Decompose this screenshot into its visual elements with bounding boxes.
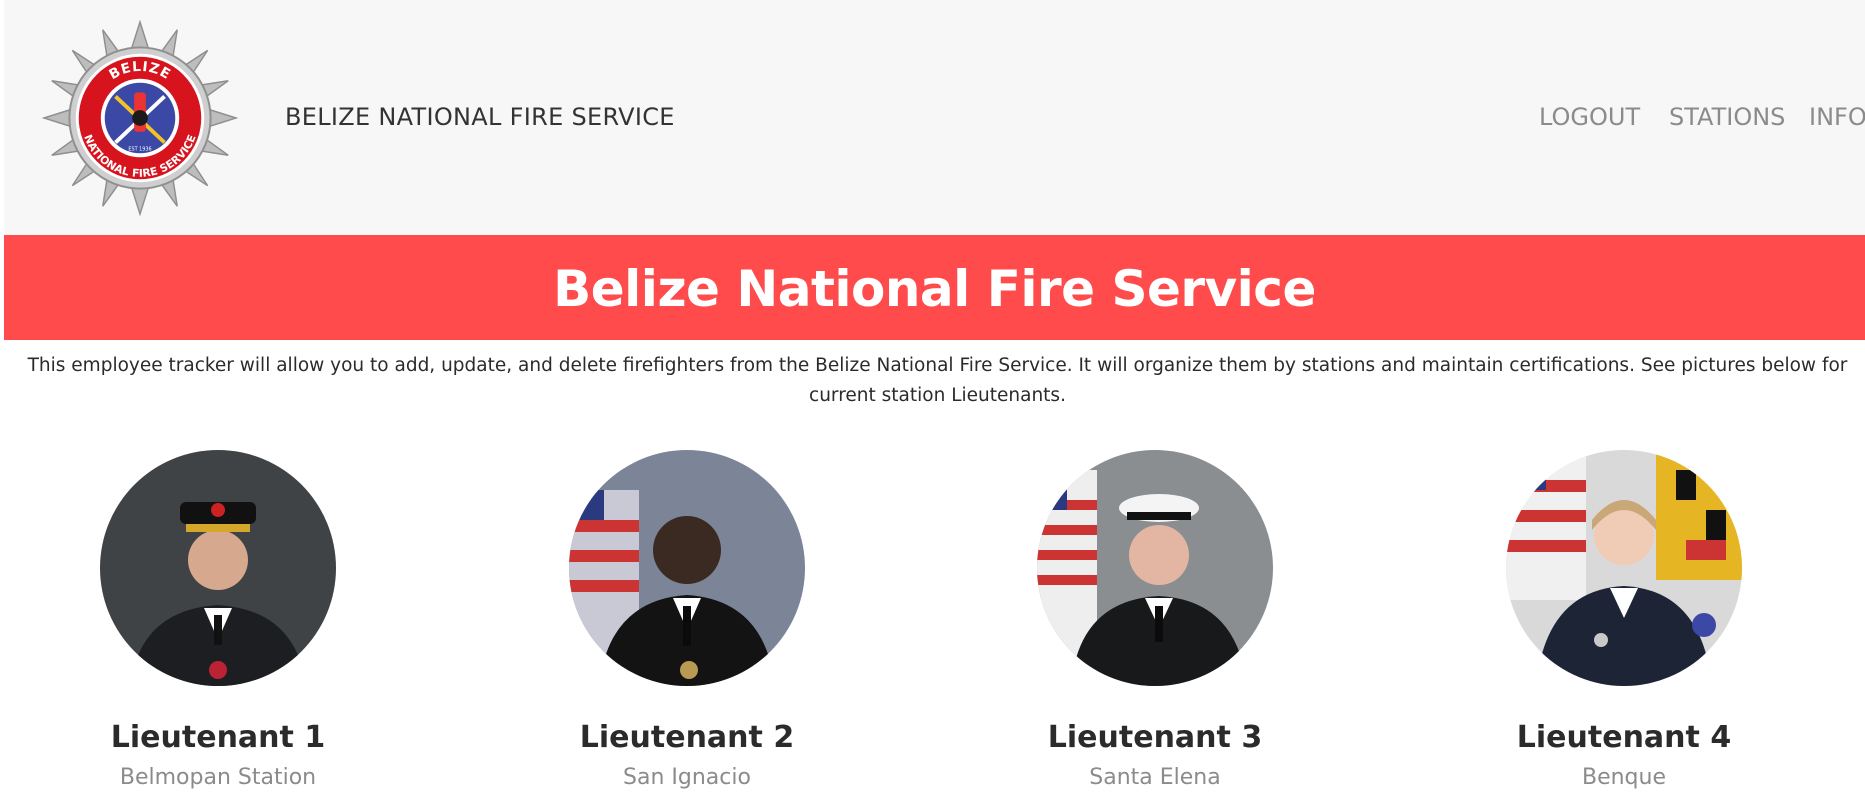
lieutenant-name: Lieutenant 1 (110, 720, 326, 755)
lieutenant-name: Lieutenant 2 (579, 720, 795, 755)
intro-text: This employee tracker will allow you to … (27, 355, 1848, 406)
navbar: BELIZE NATIONAL FIRE SERVICE EST 1936 BE… (4, 0, 1865, 235)
lieutenant-photo (100, 450, 336, 686)
fire-service-logo[interactable]: BELIZE NATIONAL FIRE SERVICE EST 1936 (42, 20, 238, 216)
lieutenant-card: Lieutenant 2 San Ignacio (567, 450, 807, 790)
page-title: Belize National Fire Service (553, 260, 1316, 318)
lieutenant-name: Lieutenant 4 (1516, 720, 1732, 755)
page: BELIZE NATIONAL FIRE SERVICE EST 1936 BE… (0, 0, 1865, 795)
brand-title[interactable]: BELIZE NATIONAL FIRE SERVICE (285, 103, 675, 131)
lieutenant-photo (1506, 450, 1742, 686)
lieutenant-photo (569, 450, 805, 686)
lieutenant-card: Lieutenant 1 Belmopan Station (98, 450, 338, 790)
lieutenant-name: Lieutenant 3 (1047, 720, 1263, 755)
lieutenant-station: Belmopan Station (119, 765, 317, 790)
lieutenant-station: San Ignacio (623, 765, 751, 790)
lieutenant-station: Santa Elena (1089, 765, 1221, 790)
nav-logout-link[interactable]: LOGOUT (1539, 103, 1640, 131)
lieutenant-card: Lieutenant 3 Santa Elena (1035, 450, 1275, 790)
nav-stations-link[interactable]: STATIONS (1669, 103, 1785, 131)
nav-info-link[interactable]: INFO (1809, 103, 1865, 131)
hero-banner: Belize National Fire Service (4, 235, 1865, 340)
lieutenant-photo (1037, 450, 1273, 686)
lieutenant-card: Lieutenant 4 Benque (1504, 450, 1744, 790)
logo-est-text: EST 1936 (128, 146, 151, 152)
lieutenant-station: Benque (1581, 765, 1666, 790)
